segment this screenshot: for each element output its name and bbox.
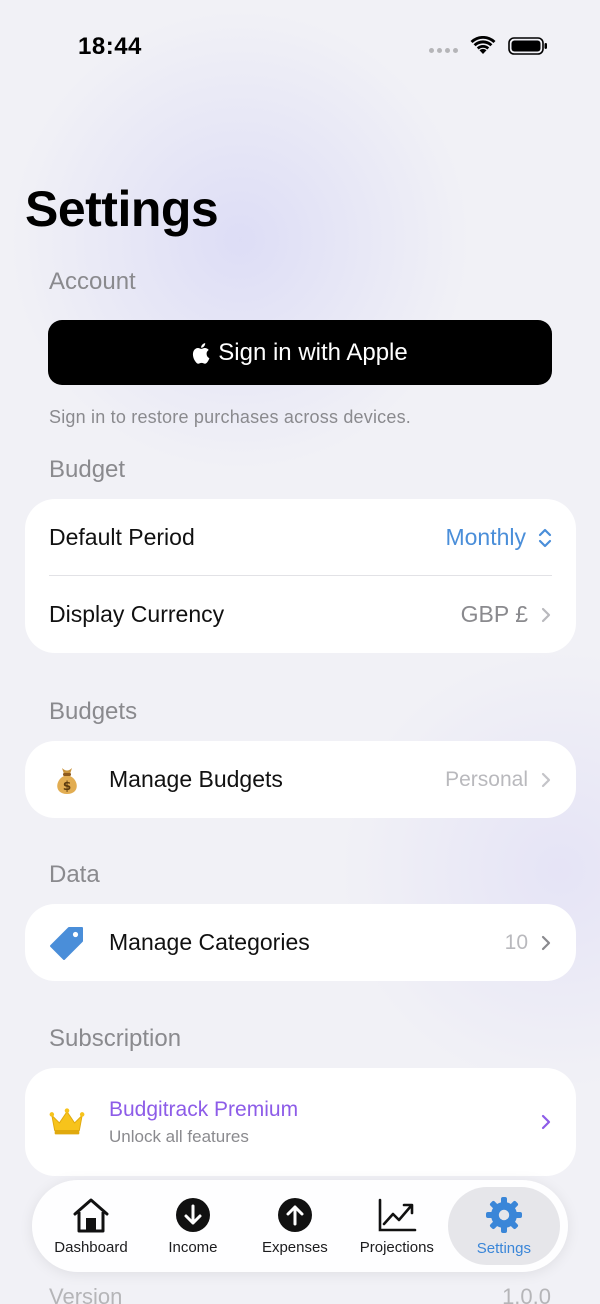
chevron-right-icon: [541, 935, 551, 950]
default-period-label: Default Period: [49, 524, 195, 550]
chart-line-icon: [378, 1198, 417, 1231]
page-title: Settings: [25, 181, 219, 237]
data-card: Manage Categories 10: [25, 904, 576, 981]
tab-expenses-label: Expenses: [261, 1238, 328, 1256]
tab-income-label: Income: [168, 1238, 218, 1256]
section-header-budgets: Budgets: [49, 698, 138, 725]
tab-dashboard[interactable]: Dashboard: [40, 1187, 142, 1265]
status-icons: [429, 36, 548, 56]
subscription-card: Budgitrack Premium Unlock all features: [25, 1068, 576, 1176]
budget-card: Default Period Monthly Display Currency …: [25, 499, 576, 653]
sign-in-with-apple-label: Sign in with Apple: [218, 338, 408, 366]
money-bag-icon: $: [49, 762, 85, 798]
sign-in-note: Sign in to restore purchases across devi…: [49, 407, 411, 427]
crown-icon: [49, 1104, 85, 1140]
house-icon: [73, 1198, 109, 1232]
cellular-signal-icon: [429, 47, 458, 53]
tab-projections-label: Projections: [359, 1238, 434, 1256]
section-header-subscription: Subscription: [49, 1025, 182, 1052]
manage-categories-count: 10: [504, 930, 528, 954]
display-currency-row[interactable]: Display Currency GBP £: [25, 576, 576, 653]
manage-budgets-row[interactable]: $ Manage Budgets Personal: [25, 741, 576, 818]
battery-icon: [508, 37, 547, 55]
premium-title: Budgitrack Premium: [109, 1097, 299, 1121]
version-label: Version: [49, 1284, 123, 1304]
default-period-value: Monthly: [445, 524, 526, 550]
chevron-right-icon: [541, 772, 551, 787]
up-down-chevron-icon: [538, 528, 552, 547]
manage-budgets-label: Manage Budgets: [109, 766, 283, 792]
premium-subtitle: Unlock all features: [109, 1126, 249, 1146]
tab-projections[interactable]: Projections: [346, 1187, 448, 1265]
display-currency-value: GBP £: [460, 601, 528, 627]
budgets-card: $ Manage Budgets Personal: [25, 741, 576, 818]
display-currency-label: Display Currency: [49, 601, 225, 627]
tab-income[interactable]: Income: [142, 1187, 244, 1265]
sign-in-with-apple-button[interactable]: Sign in with Apple: [48, 320, 552, 385]
chevron-right-icon: [541, 1114, 551, 1130]
default-period-row[interactable]: Default Period Monthly: [25, 499, 576, 576]
manage-budgets-value: Personal: [445, 767, 528, 791]
tab-settings-label: Settings: [476, 1239, 531, 1257]
tab-expenses[interactable]: Expenses: [244, 1187, 346, 1265]
tab-dashboard-label: Dashboard: [54, 1238, 128, 1256]
chevron-right-icon: [541, 607, 551, 622]
tab-bar: Dashboard Income Expenses Projections Se…: [32, 1180, 568, 1272]
gear-icon: [485, 1196, 522, 1233]
apple-logo-icon: [193, 342, 210, 364]
section-header-account: Account: [49, 268, 136, 295]
tab-settings[interactable]: Settings: [447, 1187, 560, 1265]
manage-categories-row[interactable]: Manage Categories 10: [25, 904, 576, 981]
svg-text:$: $: [63, 779, 71, 793]
premium-text: Budgitrack Premium Unlock all features: [109, 1098, 298, 1147]
manage-categories-label: Manage Categories: [109, 929, 310, 955]
wifi-icon: [470, 36, 496, 54]
section-header-budget: Budget: [49, 456, 126, 483]
arrow-down-circle-icon: [175, 1197, 210, 1232]
version-row: Version 1.0.0: [49, 1284, 551, 1304]
version-value: 1.0.0: [502, 1284, 551, 1304]
premium-row[interactable]: Budgitrack Premium Unlock all features: [25, 1068, 576, 1176]
arrow-up-circle-icon: [277, 1197, 312, 1232]
section-header-data: Data: [49, 861, 100, 888]
status-time: 18:44: [78, 33, 142, 60]
tag-icon: [49, 925, 85, 961]
